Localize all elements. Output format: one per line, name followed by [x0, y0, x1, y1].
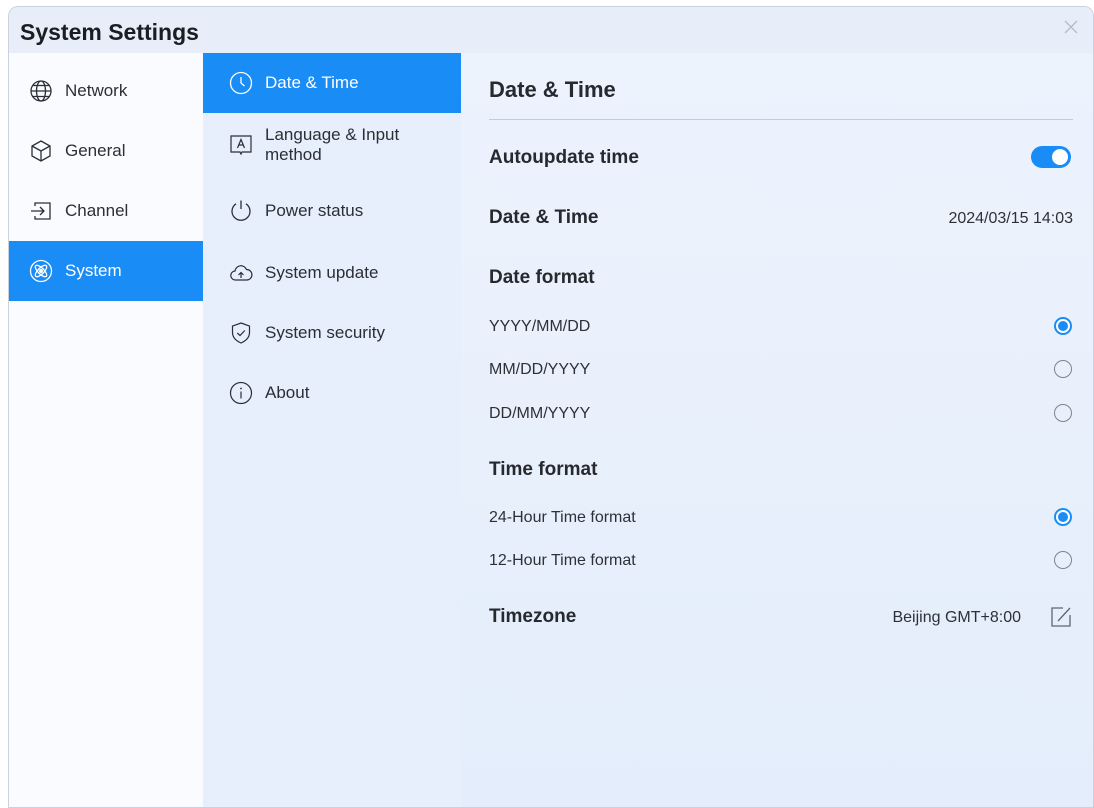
- time-format-option[interactable]: 24-Hour Time format: [489, 509, 636, 527]
- cube-icon: [29, 139, 53, 163]
- date-format-heading: Date format: [489, 267, 595, 288]
- time-format-heading: Time format: [489, 459, 598, 480]
- autoupdate-toggle[interactable]: [1031, 146, 1071, 168]
- submenu-item-label: Language & Input method: [265, 125, 400, 164]
- datetime-value[interactable]: 2024/03/15 14:03: [948, 210, 1073, 228]
- atom-icon: [29, 259, 53, 283]
- submenu: Date & Time Language & Input method Powe…: [203, 53, 461, 807]
- submenu-item-label: System update: [265, 263, 379, 282]
- globe-icon: [29, 79, 53, 103]
- time-format-option[interactable]: 12-Hour Time format: [489, 552, 636, 570]
- submenu-item-system-update[interactable]: System update: [203, 243, 461, 303]
- main-sidebar: Network General Channel System: [9, 53, 203, 807]
- edit-icon[interactable]: [1049, 605, 1073, 629]
- submenu-item-label: Power status: [265, 201, 364, 220]
- submenu-item-language[interactable]: Language & Input method: [203, 115, 461, 175]
- date-format-option[interactable]: YYYY/MM/DD: [489, 318, 590, 336]
- sidebar-item-channel[interactable]: Channel: [9, 181, 203, 241]
- clock-icon: [229, 71, 253, 95]
- date-format-radio-dd-mm-yyyy[interactable]: [1054, 404, 1072, 422]
- divider: [489, 119, 1073, 120]
- date-format-radio-yyyy-mm-dd[interactable]: [1054, 317, 1072, 335]
- page-title: Date & Time: [489, 77, 616, 102]
- date-format-radio-mm-dd-yyyy[interactable]: [1054, 360, 1072, 378]
- toggle-knob: [1052, 149, 1068, 165]
- submenu-item-date-time[interactable]: Date & Time: [203, 53, 461, 113]
- timezone-value: Beijing GMT+8:00: [892, 609, 1021, 626]
- sidebar-item-general[interactable]: General: [9, 121, 203, 181]
- submenu-item-label: About: [265, 383, 310, 402]
- input-icon: [29, 199, 53, 223]
- sidebar-item-label: General: [65, 141, 126, 160]
- submenu-item-about[interactable]: About: [203, 363, 461, 423]
- time-format-radio-12h[interactable]: [1054, 551, 1072, 569]
- sidebar-item-network[interactable]: Network: [9, 61, 203, 121]
- content-pane: Date & Time Autoupdate time Date & Time …: [461, 53, 1093, 807]
- title-bar: System Settings: [9, 7, 1093, 53]
- autoupdate-label: Autoupdate time: [489, 147, 639, 168]
- cloud-upload-icon: [229, 261, 253, 285]
- time-format-radio-24h[interactable]: [1054, 508, 1072, 526]
- language-icon: [229, 133, 253, 157]
- date-format-option[interactable]: DD/MM/YYYY: [489, 405, 590, 423]
- settings-window: System Settings Network General Channel …: [8, 6, 1094, 808]
- submenu-item-label: Date & Time: [265, 73, 359, 92]
- sidebar-item-label: Channel: [65, 201, 129, 220]
- sidebar-item-system[interactable]: System: [9, 241, 203, 301]
- submenu-item-system-security[interactable]: System security: [203, 303, 461, 363]
- close-icon[interactable]: [1063, 19, 1079, 35]
- submenu-item-power-status[interactable]: Power status: [203, 181, 461, 241]
- submenu-item-label: System security: [265, 323, 385, 342]
- shield-icon: [229, 321, 253, 345]
- timezone-label: Timezone: [489, 606, 577, 627]
- power-icon: [229, 199, 253, 223]
- sidebar-item-label: System: [65, 261, 122, 280]
- info-icon: [229, 381, 253, 405]
- date-format-option[interactable]: MM/DD/YYYY: [489, 361, 590, 379]
- datetime-label: Date & Time: [489, 207, 599, 228]
- sidebar-item-label: Network: [65, 81, 128, 100]
- window-title: System Settings: [20, 19, 199, 45]
